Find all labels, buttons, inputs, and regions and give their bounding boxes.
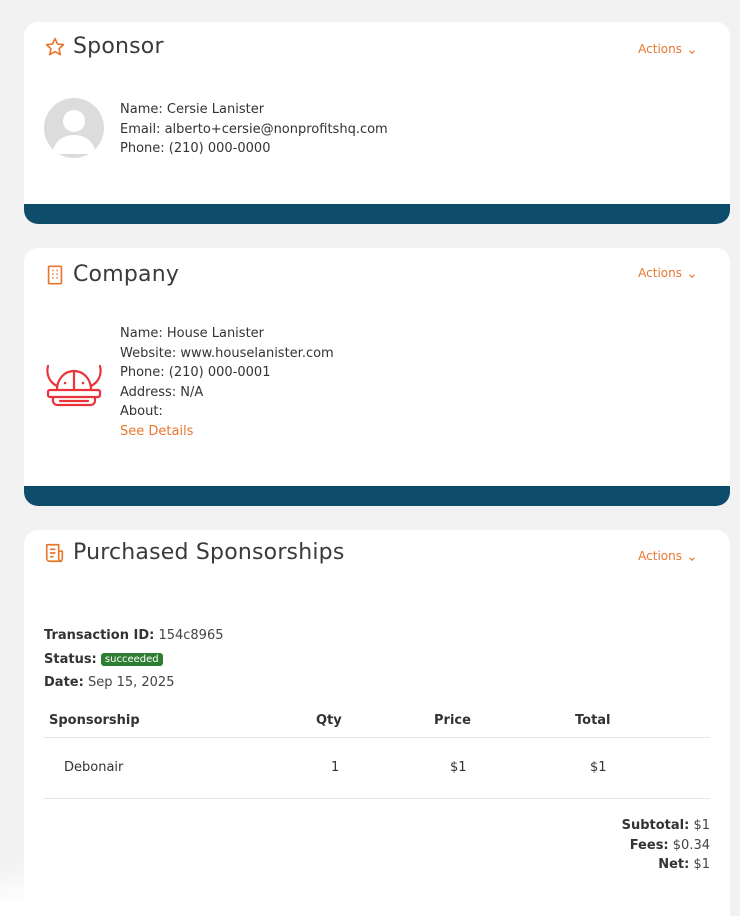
sponsor-name: Name: Cersie Lanister xyxy=(120,102,265,117)
column-header-qty: Qty xyxy=(316,713,342,728)
receipt-icon xyxy=(44,542,66,564)
purchases-card: Purchased Sponsorships Actions Transacti… xyxy=(24,530,730,916)
company-info: Name: House Lanister Website: www.housel… xyxy=(120,324,334,441)
company-address: Address: N/A xyxy=(120,384,204,400)
transaction-meta: Transaction ID: 154c8965 Status: succeed… xyxy=(44,624,224,695)
company-header: Company xyxy=(44,262,179,287)
column-header-sponsorship: Sponsorship xyxy=(49,713,140,728)
order-totals: Subtotal: $1 Fees: $0.34 Net: $1 xyxy=(622,816,710,875)
table-header: Sponsorship Qty Price Total xyxy=(44,706,710,738)
viking-helmet-logo xyxy=(44,360,104,408)
subtotal-value: $1 xyxy=(693,818,710,833)
sponsor-title: Sponsor xyxy=(73,34,164,59)
purchases-header: Purchased Sponsorships xyxy=(44,540,345,565)
sponsor-email: Email: alberto+cersie@nonprofitshq.com xyxy=(120,121,388,137)
status-line: Status: succeeded xyxy=(44,648,224,672)
purchases-actions-button[interactable]: Actions xyxy=(638,549,696,563)
column-header-price: Price xyxy=(434,713,471,728)
purchases-title: Purchased Sponsorships xyxy=(73,540,345,565)
company-name: Name: House Lanister xyxy=(120,326,265,341)
sponsorship-cell: Debonair xyxy=(64,760,124,775)
actions-label: Actions xyxy=(638,549,682,563)
transaction-id-label: Transaction ID: xyxy=(44,628,155,643)
card-footer-bar xyxy=(24,204,730,224)
chevron-down-icon xyxy=(688,269,696,278)
date-value: Sep 15, 2025 xyxy=(87,675,175,690)
card-footer-bar xyxy=(24,486,730,506)
date-line: Date: Sep 15, 2025 xyxy=(44,671,224,695)
building-icon xyxy=(44,264,66,286)
company-phone: Phone: (210) 000-0001 xyxy=(120,365,271,380)
chevron-down-icon xyxy=(688,552,696,561)
sponsor-header: Sponsor xyxy=(44,34,164,59)
subtotal-label: Subtotal: xyxy=(621,818,690,833)
company-card: Company Actions Name: House Lanister Web… xyxy=(24,248,730,506)
table-row: Debonair 1 $1 $1 xyxy=(44,738,710,799)
company-about: About: xyxy=(120,404,163,419)
sponsor-phone: Phone: (210) 000-0000 xyxy=(120,141,271,156)
transaction-id-value: 154c8965 xyxy=(158,628,224,643)
avatar xyxy=(44,98,104,158)
see-details-link[interactable]: See Details xyxy=(120,422,334,442)
star-icon xyxy=(44,36,66,58)
net-value: $1 xyxy=(693,857,710,872)
status-badge: succeeded xyxy=(100,652,163,666)
date-label: Date: xyxy=(44,675,84,690)
sponsor-card: Sponsor Actions Name: Cersie Lanister Em… xyxy=(24,22,730,224)
actions-label: Actions xyxy=(638,42,682,56)
company-website: Website: www.houselanister.com xyxy=(120,345,334,361)
column-header-total: Total xyxy=(575,713,611,728)
status-label: Status: xyxy=(44,651,97,667)
chevron-down-icon xyxy=(688,45,696,54)
price-cell: $1 xyxy=(450,760,467,775)
fees-label: Fees: xyxy=(629,837,669,853)
sponsor-actions-button[interactable]: Actions xyxy=(638,42,696,56)
total-cell: $1 xyxy=(590,760,607,775)
fees-value: $0.34 xyxy=(672,837,710,853)
qty-cell: 1 xyxy=(331,760,340,775)
net-label: Net: xyxy=(658,857,690,872)
actions-label: Actions xyxy=(638,266,682,280)
company-title: Company xyxy=(73,262,180,287)
fees-line: Fees: $0.34 xyxy=(622,836,710,856)
net-line: Net: $1 xyxy=(622,855,710,875)
company-actions-button[interactable]: Actions xyxy=(638,266,696,280)
transaction-id-line: Transaction ID: 154c8965 xyxy=(44,624,224,648)
sponsor-info: Name: Cersie Lanister Email: alberto+cer… xyxy=(120,100,388,159)
subtotal-line: Subtotal: $1 xyxy=(622,816,710,836)
